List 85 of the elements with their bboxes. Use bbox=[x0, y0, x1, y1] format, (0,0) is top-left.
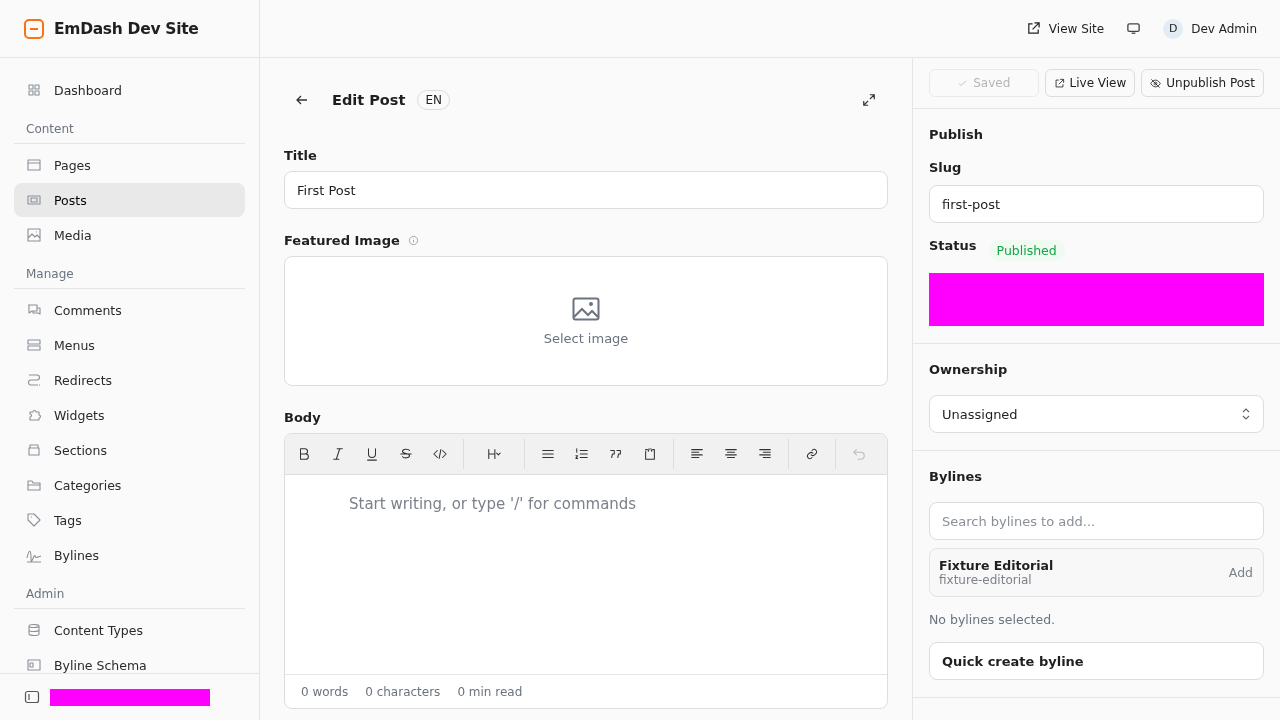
center-icon bbox=[724, 447, 738, 461]
nav-icon bbox=[26, 477, 42, 493]
bullets-icon bbox=[541, 447, 555, 461]
nav-icon bbox=[26, 512, 42, 528]
codeblock-icon bbox=[643, 447, 657, 461]
nav-icon bbox=[26, 622, 42, 638]
eye-off-icon bbox=[1150, 77, 1162, 89]
strike-icon bbox=[399, 447, 413, 461]
italic-icon bbox=[331, 447, 345, 461]
sidebar-item[interactable]: Tags bbox=[14, 503, 245, 537]
quote-icon bbox=[609, 447, 623, 461]
numbers-icon bbox=[575, 447, 589, 461]
status-badge: Published bbox=[988, 240, 1065, 261]
field-label: Featured Image bbox=[284, 233, 400, 248]
select-image-label: Select image bbox=[543, 330, 629, 346]
bold-icon bbox=[297, 447, 311, 461]
sidebar-item[interactable]: Media bbox=[14, 218, 245, 252]
expand-icon[interactable] bbox=[862, 93, 876, 107]
nav-section-heading: Manage bbox=[14, 253, 245, 289]
byline-slug: fixture-editorial bbox=[939, 573, 1033, 587]
section-heading: Bylines bbox=[929, 469, 984, 484]
empty-message: No bylines selected. bbox=[929, 612, 1057, 627]
nav-section-heading: Admin bbox=[14, 573, 245, 609]
image-dropzone[interactable]: Select image bbox=[284, 256, 888, 386]
field-label: Status bbox=[929, 238, 977, 253]
nav-icon bbox=[26, 82, 42, 98]
image-icon bbox=[572, 296, 600, 321]
nav-icon bbox=[26, 372, 42, 388]
link-icon bbox=[805, 447, 819, 461]
site-name: EmDash Dev Site bbox=[54, 19, 199, 38]
sidebar-item[interactable]: Categories bbox=[14, 468, 245, 502]
sidebar-item[interactable]: Dashboard bbox=[14, 73, 245, 107]
nav-icon bbox=[26, 337, 42, 353]
slug-input[interactable]: first-post bbox=[929, 185, 1264, 223]
nav-icon bbox=[26, 227, 42, 243]
editor-stat: 0 characters bbox=[365, 684, 441, 699]
section-heading: Publish bbox=[929, 127, 984, 142]
nav-icon bbox=[26, 192, 42, 208]
right-icon bbox=[758, 447, 772, 461]
sidebar-item[interactable]: Posts bbox=[14, 183, 245, 217]
user-avatar: D bbox=[1163, 18, 1184, 39]
nav-icon bbox=[26, 157, 42, 173]
byline-name: Fixture Editorial bbox=[939, 558, 1054, 573]
sidebar-item[interactable]: Comments bbox=[14, 293, 245, 327]
underline-icon bbox=[365, 447, 379, 461]
left-icon bbox=[690, 447, 704, 461]
page-title: Edit Post bbox=[332, 92, 406, 108]
editor-placeholder[interactable]: Start writing, or type '/' for commands bbox=[349, 495, 637, 513]
live-button[interactable]: Live View bbox=[1044, 69, 1136, 97]
owner-select[interactable]: Unassigned bbox=[929, 395, 1264, 433]
section-heading: Ownership bbox=[929, 362, 1009, 377]
nav-icon bbox=[26, 407, 42, 423]
sidebar-item[interactable]: Content Types bbox=[14, 613, 245, 647]
nav-icon bbox=[26, 442, 42, 458]
editor-stat: 0 min read bbox=[457, 684, 523, 699]
sidebar-item[interactable]: Sections bbox=[14, 433, 245, 467]
quick-create-button[interactable]: Quick create byline bbox=[929, 642, 1264, 680]
chevron-updown-icon bbox=[1241, 406, 1251, 422]
check-icon bbox=[957, 77, 969, 89]
sidebar-item[interactable]: Pages bbox=[14, 148, 245, 182]
nav-icon bbox=[26, 657, 42, 673]
view-site-link[interactable]: View Site bbox=[1025, 21, 1105, 36]
sidebar-item[interactable]: Redirects bbox=[14, 363, 245, 397]
title-input[interactable]: First Post bbox=[284, 171, 888, 209]
sidebar-item[interactable]: Byline Schema bbox=[14, 648, 245, 673]
user-menu[interactable]: D Dev Admin bbox=[1163, 18, 1257, 39]
sidebar-item[interactable]: Widgets bbox=[14, 398, 245, 432]
external-link-icon bbox=[1053, 77, 1065, 89]
sidebar-item[interactable]: Bylines bbox=[14, 538, 245, 572]
sidebar-item[interactable]: Menus bbox=[14, 328, 245, 362]
monitor-icon[interactable] bbox=[1126, 21, 1142, 36]
field-label: Body bbox=[284, 410, 322, 425]
code-icon bbox=[433, 447, 447, 461]
nav-section-heading: Content bbox=[14, 108, 245, 144]
field-label: Slug bbox=[929, 160, 963, 175]
sidebar-toggle-icon[interactable] bbox=[24, 689, 40, 705]
unpublish-button[interactable]: Unpublish Post bbox=[1141, 69, 1264, 97]
undo-icon bbox=[852, 447, 866, 461]
byline-search-field[interactable]: Search bylines to add... bbox=[929, 502, 1264, 540]
field-label: Title bbox=[284, 148, 318, 163]
add-button[interactable]: Add bbox=[1228, 565, 1253, 580]
byline-result[interactable]: Fixture Editorial fixture-editorial Add bbox=[929, 548, 1264, 597]
external-link-icon bbox=[1025, 21, 1041, 36]
editor-stat: 0 words bbox=[301, 684, 349, 699]
logo-icon bbox=[24, 18, 44, 39]
